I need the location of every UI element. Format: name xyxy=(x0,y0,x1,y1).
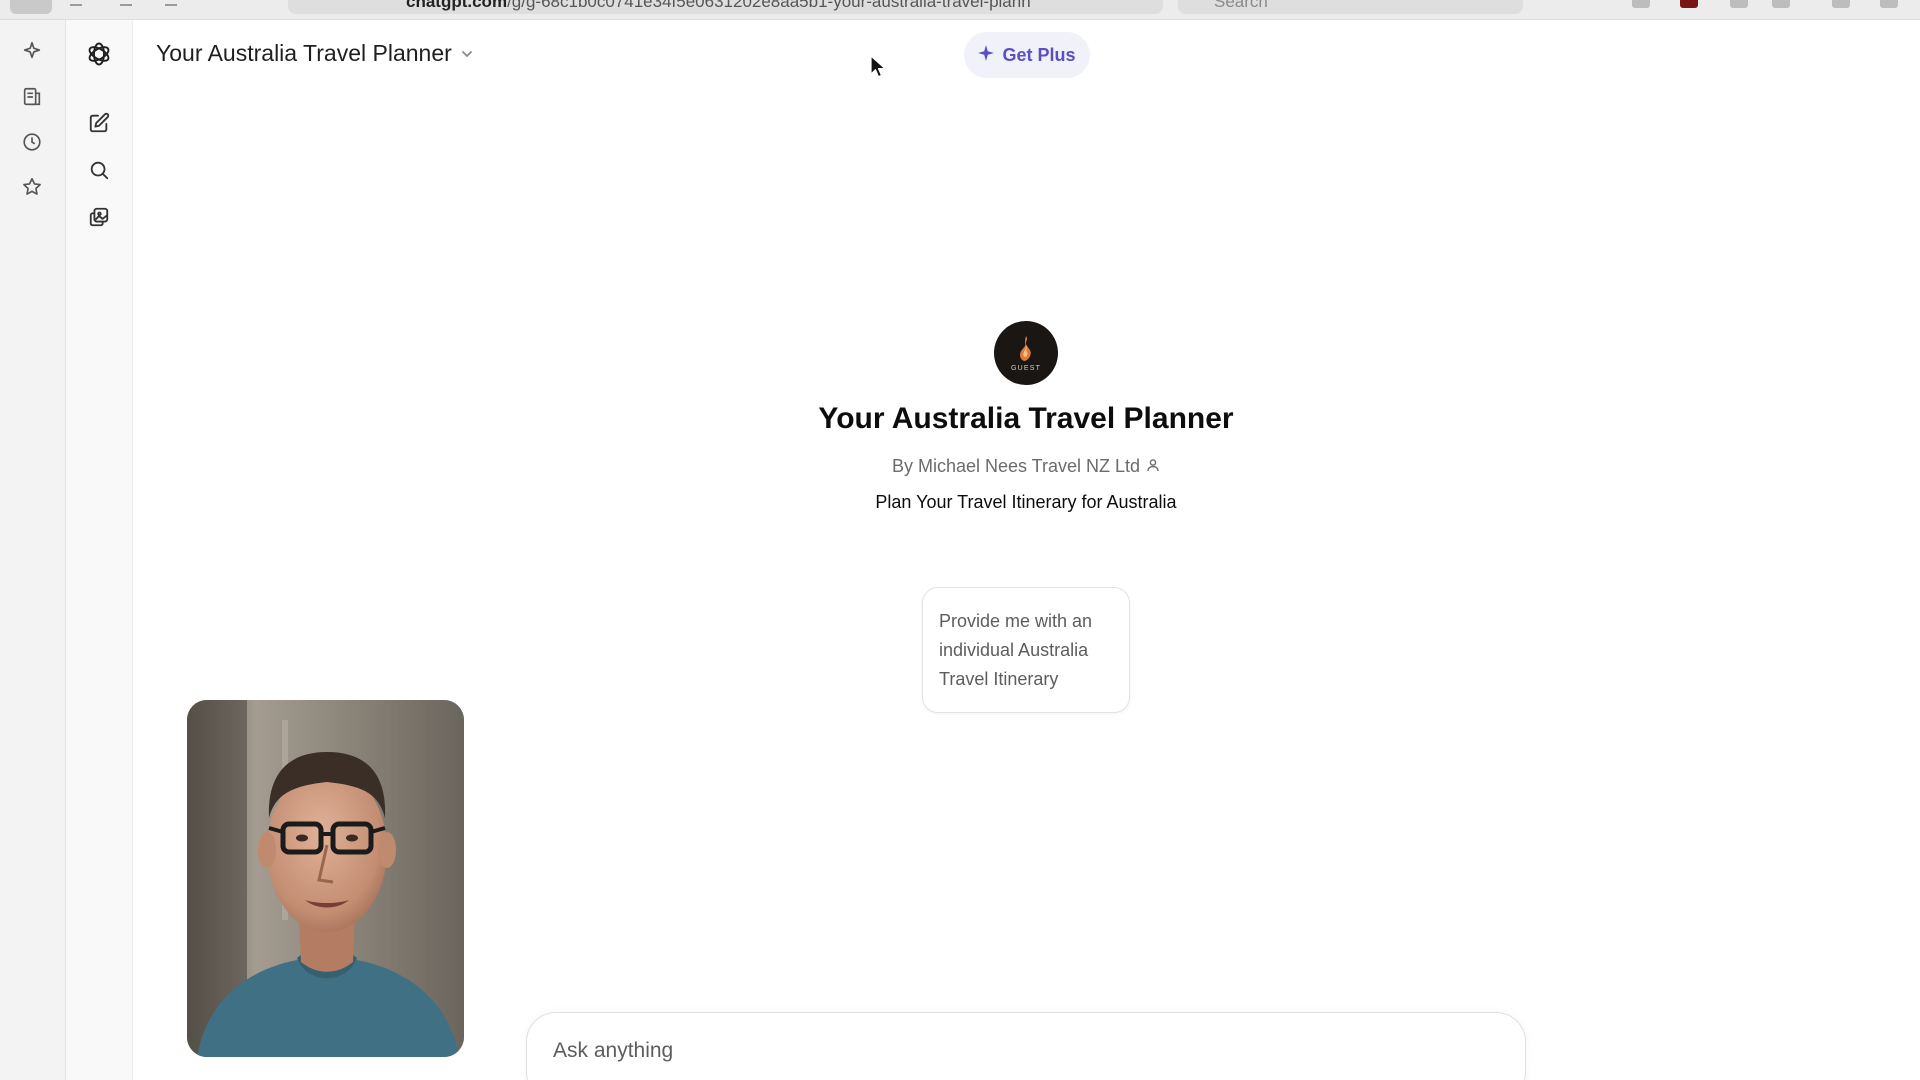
window-icon[interactable] xyxy=(1832,0,1850,8)
forward-icon[interactable] xyxy=(120,0,132,6)
reload-icon[interactable] xyxy=(165,0,177,6)
address-bar[interactable]: chatgpt.com/g/g-68c1b0c0741e34f5e0631202… xyxy=(288,0,1163,14)
history-icon[interactable] xyxy=(19,129,45,155)
gpt-avatar: GUEST xyxy=(994,321,1058,385)
account-icon[interactable] xyxy=(1730,0,1748,8)
browser-search-placeholder: Search xyxy=(1214,0,1268,11)
downloads-icon[interactable] xyxy=(1772,0,1790,8)
back-icon[interactable] xyxy=(70,0,82,6)
get-plus-button[interactable]: Get Plus xyxy=(964,32,1090,78)
extension-red-icon[interactable] xyxy=(1680,0,1698,8)
header-title: Your Australia Travel Planner xyxy=(156,40,452,66)
openai-logo-icon[interactable] xyxy=(84,39,114,69)
bookmark-star-icon[interactable] xyxy=(19,174,45,200)
flame-logo-icon xyxy=(1020,335,1031,361)
person-icon xyxy=(1146,456,1160,477)
chevron-down-icon xyxy=(460,40,474,67)
address-url: chatgpt.com/g/g-68c1b0c0741e34f5e0631202… xyxy=(406,0,1031,11)
sparkle-icon[interactable] xyxy=(19,38,45,64)
avatar-text: GUEST xyxy=(1010,364,1042,372)
browser-search-box[interactable]: Search xyxy=(1178,0,1523,14)
extension-icon[interactable] xyxy=(1632,0,1650,8)
more-icon[interactable] xyxy=(1880,0,1898,8)
new-chat-icon[interactable] xyxy=(84,108,114,138)
plus-sparkle-icon xyxy=(978,44,995,66)
webcam-video-overlay xyxy=(187,700,464,1057)
conversation-starter-card[interactable]: Provide me with an individual Australia … xyxy=(922,587,1130,713)
presenter-video-image xyxy=(187,700,464,1057)
browser-toolbar: chatgpt.com/g/g-68c1b0c0741e34f5e0631202… xyxy=(0,0,1920,20)
gpt-author-row: By Michael Nees Travel NZ Ltd xyxy=(0,456,1920,477)
message-composer[interactable] xyxy=(526,1012,1526,1080)
browser-menu-button[interactable] xyxy=(10,0,52,14)
gpt-selector-dropdown[interactable]: Your Australia Travel Planner xyxy=(156,40,474,67)
search-icon[interactable] xyxy=(84,155,114,185)
reading-list-icon[interactable] xyxy=(19,84,45,110)
get-plus-label: Get Plus xyxy=(1002,44,1076,65)
library-icon[interactable] xyxy=(84,202,114,232)
gpt-author: By Michael Nees Travel NZ Ltd xyxy=(891,456,1141,476)
gpt-title: Your Australia Travel Planner xyxy=(818,402,1234,435)
message-input[interactable] xyxy=(553,1039,1493,1063)
mouse-cursor-icon xyxy=(870,55,886,78)
browser-sidebar xyxy=(0,20,66,1080)
chat-sidebar xyxy=(66,20,133,1080)
gpt-description: Plan Your Travel Itinerary for Australia xyxy=(875,492,1177,512)
